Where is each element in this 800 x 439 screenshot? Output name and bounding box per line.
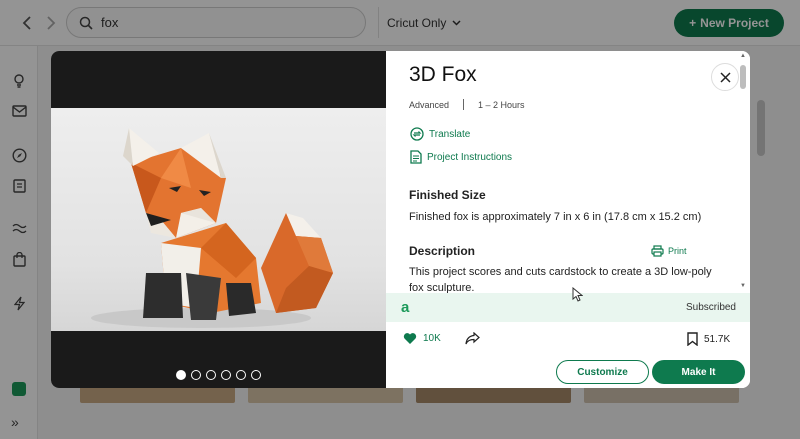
description-heading: Description bbox=[409, 244, 476, 258]
access-logo: a bbox=[401, 299, 410, 316]
carousel-dot[interactable] bbox=[251, 370, 261, 380]
save-count: 51.7K bbox=[704, 333, 731, 345]
finished-size-text: Finished fox is approximately 7 in x 6 i… bbox=[409, 211, 702, 223]
description-text: This project scores and cuts cardstock t… bbox=[409, 266, 712, 293]
subscription-bar: a Subscribed bbox=[386, 293, 750, 322]
like-count: 10K bbox=[423, 333, 441, 344]
carousel-dot[interactable] bbox=[176, 370, 186, 380]
project-modal: 3D Fox Advanced 1 – 2 Hours Translate Pr… bbox=[51, 51, 750, 388]
instructions-link[interactable]: Project Instructions bbox=[410, 150, 512, 164]
mouse-cursor-icon bbox=[572, 287, 583, 302]
share-icon bbox=[465, 332, 480, 345]
close-button[interactable] bbox=[711, 63, 739, 91]
heart-icon bbox=[403, 333, 417, 344]
duration-label: 1 – 2 Hours bbox=[478, 99, 525, 110]
like-button[interactable]: 10K bbox=[403, 332, 441, 345]
project-details: 3D Fox Advanced 1 – 2 Hours Translate Pr… bbox=[386, 51, 750, 388]
print-label: Print bbox=[668, 246, 687, 256]
print-link[interactable]: Print bbox=[651, 245, 687, 257]
details-scrollbar[interactable] bbox=[740, 65, 746, 89]
subscribed-label: Subscribed bbox=[685, 302, 736, 313]
project-meta: Advanced 1 – 2 Hours bbox=[409, 99, 525, 110]
carousel-dot[interactable] bbox=[221, 370, 231, 380]
fox-sculpture-image bbox=[91, 128, 333, 328]
close-icon bbox=[719, 71, 731, 83]
make-it-button[interactable]: Make It bbox=[652, 360, 745, 384]
project-media bbox=[51, 51, 386, 388]
carousel-dots bbox=[176, 370, 261, 380]
document-icon bbox=[410, 150, 422, 164]
project-image[interactable] bbox=[51, 108, 386, 331]
translate-label: Translate bbox=[429, 128, 471, 140]
carousel-dot[interactable] bbox=[191, 370, 201, 380]
project-title: 3D Fox bbox=[409, 63, 477, 86]
save-button[interactable]: 51.7K bbox=[687, 332, 730, 346]
scroll-up-arrow[interactable]: ▲ bbox=[740, 53, 746, 59]
bookmark-icon bbox=[687, 332, 698, 346]
carousel-dot[interactable] bbox=[236, 370, 246, 380]
carousel-dot[interactable] bbox=[206, 370, 216, 380]
share-button[interactable] bbox=[465, 332, 480, 345]
instructions-label: Project Instructions bbox=[427, 151, 513, 163]
scroll-down-arrow[interactable]: ▼ bbox=[740, 283, 746, 289]
translate-icon bbox=[410, 127, 424, 141]
translate-link[interactable]: Translate bbox=[410, 127, 470, 141]
difficulty-label: Advanced bbox=[409, 99, 450, 110]
finished-size-heading: Finished Size bbox=[409, 188, 486, 202]
meta-divider bbox=[463, 99, 465, 110]
customize-button[interactable]: Customize bbox=[556, 360, 649, 384]
printer-icon bbox=[651, 245, 664, 257]
